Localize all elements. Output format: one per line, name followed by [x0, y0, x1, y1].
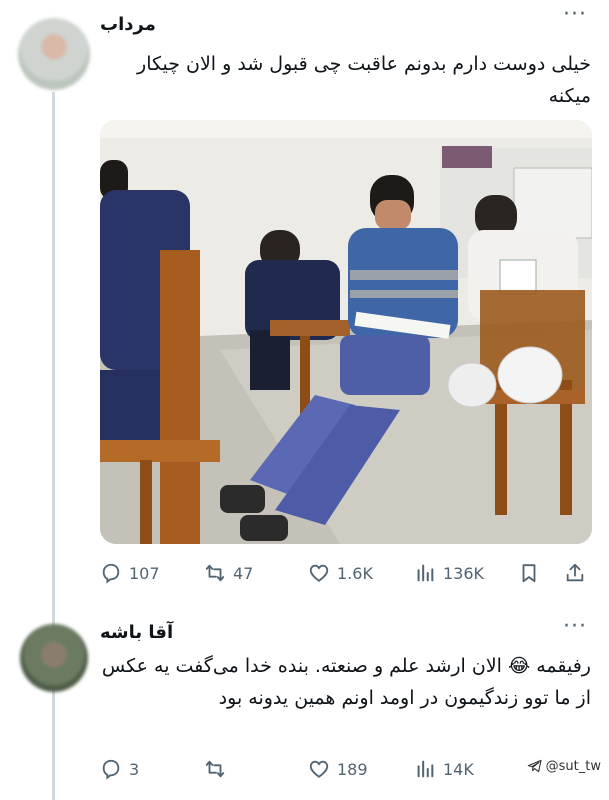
- reply-icon: [102, 563, 120, 584]
- heart-icon: [309, 760, 329, 778]
- like-count: 1.6K: [337, 563, 373, 583]
- bookmark-icon: [522, 564, 536, 583]
- retweet-button[interactable]: [204, 754, 226, 784]
- more-options-icon[interactable]: ···: [563, 614, 587, 639]
- avatar[interactable]: [18, 18, 90, 90]
- tweet-actions: 3 189 14K: [100, 754, 592, 784]
- heart-icon: [309, 564, 329, 582]
- channel-watermark: @sut_tw: [527, 758, 601, 774]
- like-count: 189: [337, 759, 368, 779]
- reply-count: 3: [129, 759, 140, 779]
- views-bar-chart-icon: [417, 760, 434, 778]
- share-button[interactable]: [564, 558, 586, 588]
- telegram-icon: [527, 759, 542, 773]
- tweet-text: خیلی دوست دارم بدونم عاقبت چی قبول شد و …: [137, 53, 591, 107]
- author-name[interactable]: مرداب: [100, 14, 156, 35]
- views-count: 136K: [443, 563, 485, 583]
- like-button[interactable]: 1.6K: [308, 558, 373, 588]
- watermark-handle: @sut_tw: [545, 758, 601, 774]
- views-button[interactable]: 14K: [414, 754, 474, 784]
- share-icon: [566, 563, 584, 582]
- retweet-count: 47: [233, 563, 254, 583]
- author-name[interactable]: آقا باشه: [100, 622, 173, 643]
- bookmark-button[interactable]: [518, 558, 540, 588]
- reply-count: 107: [129, 563, 160, 583]
- like-button[interactable]: 189: [308, 754, 368, 784]
- thread-connector-line: [52, 92, 55, 800]
- reply-button[interactable]: 3: [100, 754, 139, 784]
- tweet-actions: 107 47 1.6K 136K: [100, 558, 592, 588]
- views-button[interactable]: 136K: [414, 558, 484, 588]
- views-bar-chart-icon: [417, 564, 434, 582]
- retweet-icon: [205, 564, 225, 582]
- reply-button[interactable]: 107: [100, 558, 160, 588]
- more-options-icon[interactable]: ···: [563, 2, 587, 27]
- exam-hall-photo: [100, 120, 592, 544]
- retweet-button[interactable]: 47: [204, 558, 253, 588]
- reply-icon: [102, 759, 120, 780]
- views-count: 14K: [443, 759, 474, 779]
- retweet-icon: [205, 760, 225, 778]
- avatar[interactable]: [20, 624, 88, 692]
- tweet-photo[interactable]: [100, 120, 592, 544]
- tweet-text: رفیقمه 😂 الان ارشد علم و صنعته. بنده خدا…: [101, 655, 591, 709]
